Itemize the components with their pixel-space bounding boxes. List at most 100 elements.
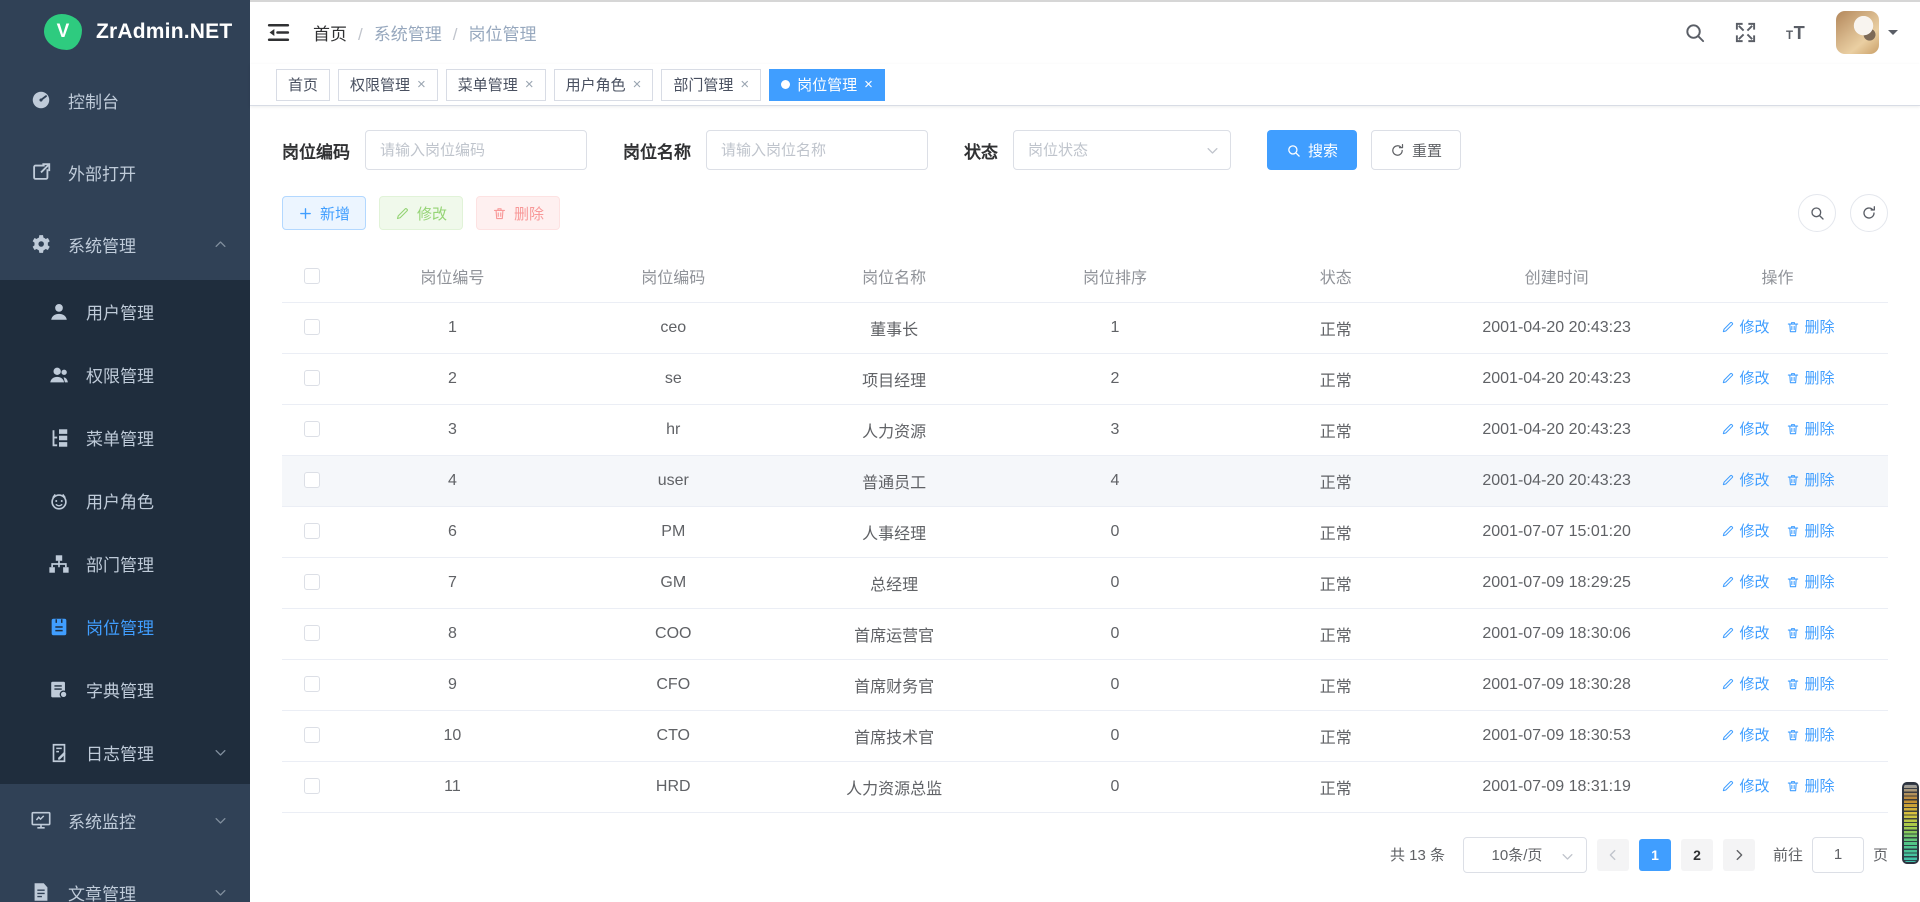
row-checkbox[interactable] bbox=[304, 421, 320, 437]
edit-link[interactable]: 修改 bbox=[1721, 673, 1770, 694]
status-select[interactable] bbox=[1013, 130, 1231, 170]
breadcrumb-home[interactable]: 首页 bbox=[313, 20, 374, 45]
scroll-minimap[interactable] bbox=[1902, 782, 1919, 864]
delete-link[interactable]: 删除 bbox=[1786, 520, 1835, 541]
delete-link[interactable]: 删除 bbox=[1786, 622, 1835, 643]
sidebar-item-logs[interactable]: 日志管理 bbox=[0, 721, 250, 784]
delete-link[interactable]: 删除 bbox=[1786, 775, 1835, 796]
delete-link[interactable]: 删除 bbox=[1786, 571, 1835, 592]
app-root: V ZrAdmin.NET 控制台外部打开系统管理用户管理权限管理菜单管理用户角… bbox=[0, 0, 1920, 902]
table-head: 岗位编号岗位编码岗位名称岗位排序状态创建时间操作 bbox=[282, 250, 1888, 302]
tab-dept[interactable]: 部门管理× bbox=[661, 69, 761, 101]
search-icon[interactable] bbox=[1683, 21, 1706, 44]
row-checkbox[interactable] bbox=[304, 778, 320, 794]
table-container: 岗位编号岗位编码岗位名称岗位排序状态创建时间操作 1ceo董事长1正常2001-… bbox=[250, 232, 1920, 813]
cell-status: 正常 bbox=[1225, 302, 1446, 353]
tab-menu[interactable]: 菜单管理× bbox=[446, 69, 546, 101]
post-code-input[interactable] bbox=[365, 130, 587, 170]
row-checkbox[interactable] bbox=[304, 472, 320, 488]
row-checkbox[interactable] bbox=[304, 574, 320, 590]
edit-link[interactable]: 修改 bbox=[1721, 724, 1770, 745]
close-icon[interactable]: × bbox=[417, 77, 426, 92]
cell-created: 2001-07-09 18:30:28 bbox=[1446, 659, 1667, 710]
sidebar-item-roles[interactable]: 用户角色 bbox=[0, 469, 250, 532]
status-select-input[interactable] bbox=[1013, 130, 1231, 170]
cell-name: 项目经理 bbox=[784, 353, 1005, 404]
fullscreen-icon[interactable] bbox=[1734, 21, 1757, 44]
sidebar-item-external[interactable]: 外部打开 bbox=[0, 136, 250, 208]
edit-link[interactable]: 修改 bbox=[1721, 622, 1770, 643]
sidebar-item-label: 用户角色 bbox=[86, 488, 154, 513]
cell-sort: 2 bbox=[1005, 353, 1226, 404]
close-icon[interactable]: × bbox=[633, 77, 642, 92]
row-checkbox[interactable] bbox=[304, 523, 320, 539]
sidebar-item-menus[interactable]: 菜单管理 bbox=[0, 406, 250, 469]
edit-link[interactable]: 修改 bbox=[1721, 367, 1770, 388]
cell-created: 2001-04-20 20:43:23 bbox=[1446, 353, 1667, 404]
edit-button[interactable]: 修改 bbox=[379, 196, 463, 230]
reset-button[interactable]: 重置 bbox=[1371, 130, 1461, 170]
app-logo[interactable]: V ZrAdmin.NET bbox=[0, 0, 250, 64]
sidebar-item-posts[interactable]: 岗位管理 bbox=[0, 595, 250, 658]
sidebar-item-monitor[interactable]: 系统监控 bbox=[0, 784, 250, 856]
sidebar-item-dashboard[interactable]: 控制台 bbox=[0, 64, 250, 136]
tab-role[interactable]: 用户角色× bbox=[554, 69, 654, 101]
tab-perm[interactable]: 权限管理× bbox=[338, 69, 438, 101]
edit-link[interactable]: 修改 bbox=[1721, 316, 1770, 337]
pencil-icon bbox=[1721, 371, 1735, 385]
cell-ops: 修改删除 bbox=[1667, 353, 1888, 404]
page-button-2[interactable]: 2 bbox=[1681, 839, 1713, 871]
close-icon[interactable]: × bbox=[525, 77, 534, 92]
tab-label: 首页 bbox=[288, 74, 318, 95]
delete-button[interactable]: 删除 bbox=[476, 196, 560, 230]
row-checkbox[interactable] bbox=[304, 370, 320, 386]
edit-link[interactable]: 修改 bbox=[1721, 469, 1770, 490]
filter-post-name: 岗位名称 bbox=[623, 130, 928, 170]
close-icon[interactable]: × bbox=[864, 77, 873, 92]
cell-name: 首席技术官 bbox=[784, 710, 1005, 761]
sidebar-item-articles[interactable]: 文章管理 bbox=[0, 856, 250, 902]
row-checkbox[interactable] bbox=[304, 319, 320, 335]
edit-link[interactable]: 修改 bbox=[1721, 520, 1770, 541]
refresh-table-button[interactable] bbox=[1850, 194, 1888, 232]
add-button[interactable]: 新增 bbox=[282, 196, 366, 230]
edit-link[interactable]: 修改 bbox=[1721, 775, 1770, 796]
row-checkbox[interactable] bbox=[304, 676, 320, 692]
goto-page-input[interactable] bbox=[1812, 837, 1864, 873]
font-size-icon[interactable]: TT bbox=[1785, 21, 1808, 44]
article-icon bbox=[30, 881, 52, 902]
prev-page-button[interactable] bbox=[1597, 839, 1629, 871]
user-menu[interactable] bbox=[1836, 11, 1898, 54]
delete-link[interactable]: 删除 bbox=[1786, 367, 1835, 388]
edit-link[interactable]: 修改 bbox=[1721, 571, 1770, 592]
next-page-button[interactable] bbox=[1723, 839, 1755, 871]
tab-post[interactable]: 岗位管理× bbox=[769, 69, 885, 101]
page-button-1[interactable]: 1 bbox=[1639, 839, 1671, 871]
delete-link[interactable]: 删除 bbox=[1786, 316, 1835, 337]
sidebar-item-system[interactable]: 系统管理 bbox=[0, 208, 250, 280]
sidebar-toggle-icon[interactable] bbox=[266, 20, 291, 45]
row-checkbox[interactable] bbox=[304, 625, 320, 641]
sidebar-item-users[interactable]: 用户管理 bbox=[0, 280, 250, 343]
breadcrumb-system[interactable]: 系统管理 bbox=[374, 20, 469, 45]
delete-link[interactable]: 删除 bbox=[1786, 724, 1835, 745]
delete-link[interactable]: 删除 bbox=[1786, 469, 1835, 490]
sidebar-item-depts[interactable]: 部门管理 bbox=[0, 532, 250, 595]
sidebar-item-dicts[interactable]: 字典管理 bbox=[0, 658, 250, 721]
page-size-select[interactable]: 10条/页 bbox=[1463, 837, 1587, 873]
cell-created: 2001-07-09 18:30:06 bbox=[1446, 608, 1667, 659]
select-all-checkbox[interactable] bbox=[304, 268, 320, 284]
delete-link[interactable]: 删除 bbox=[1786, 673, 1835, 694]
tab-home[interactable]: 首页 bbox=[276, 69, 330, 101]
search-button[interactable]: 搜索 bbox=[1267, 130, 1357, 170]
edit-button-label: 修改 bbox=[417, 203, 447, 224]
sidebar-item-perms[interactable]: 权限管理 bbox=[0, 343, 250, 406]
post-name-input[interactable] bbox=[706, 130, 928, 170]
delete-link[interactable]: 删除 bbox=[1786, 418, 1835, 439]
table-row: 2se项目经理2正常2001-04-20 20:43:23修改删除 bbox=[282, 353, 1888, 404]
toggle-search-button[interactable] bbox=[1798, 194, 1836, 232]
edit-link[interactable]: 修改 bbox=[1721, 418, 1770, 439]
close-icon[interactable]: × bbox=[740, 77, 749, 92]
row-checkbox[interactable] bbox=[304, 727, 320, 743]
sidebar-item-label: 权限管理 bbox=[86, 362, 154, 387]
